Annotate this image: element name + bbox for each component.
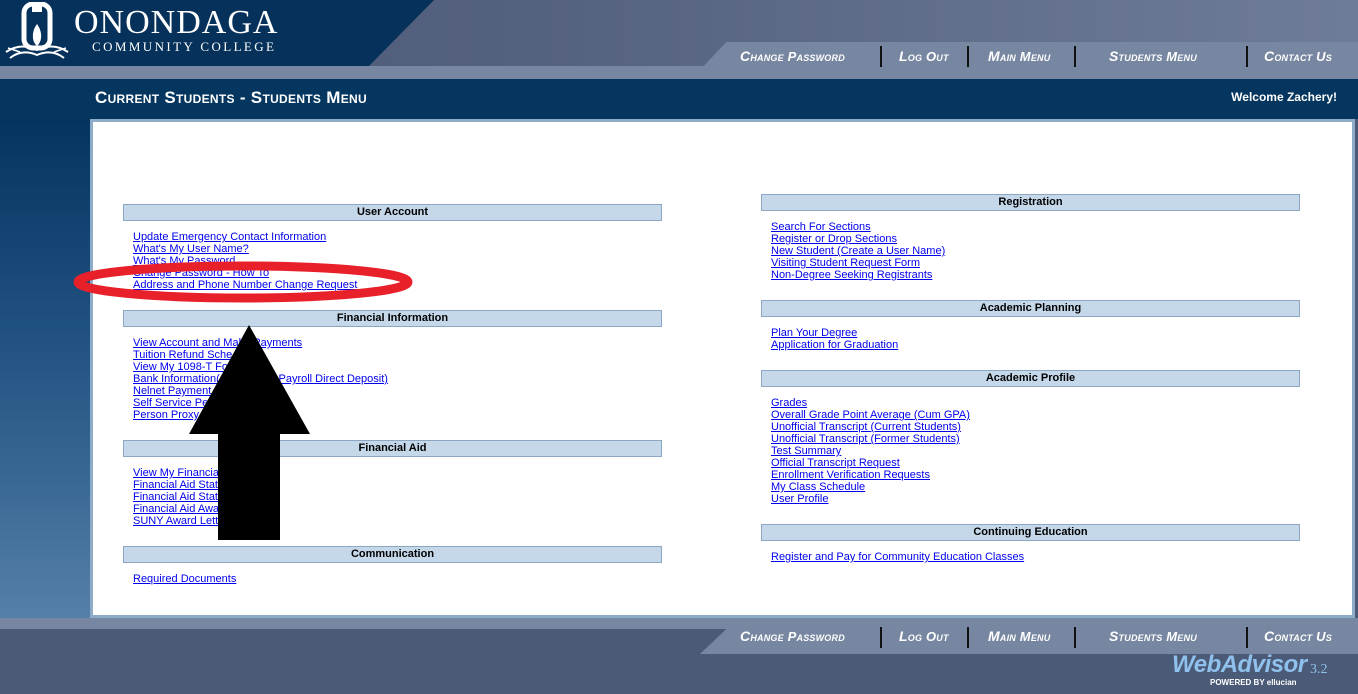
page-title: Current Students - Students Menu bbox=[95, 88, 367, 107]
link-financial-aid-status-1[interactable]: Financial Aid Stat… bbox=[133, 479, 662, 491]
link-new-student[interactable]: New Student (Create a User Name) bbox=[771, 245, 1300, 257]
link-self-service[interactable]: Self Service Pe… bbox=[133, 397, 662, 409]
college-logo[interactable]: ONONDAGA COMMUNITY COLLEGE bbox=[4, 2, 284, 62]
top-nav-contact-us[interactable]: Contact Us bbox=[1264, 48, 1332, 64]
section-academic-planning: Academic Planning Plan Your Degree Appli… bbox=[761, 300, 1300, 351]
section-heading: Communication bbox=[123, 546, 662, 563]
link-grades[interactable]: Grades bbox=[771, 397, 1300, 409]
welcome-message: Welcome Zachery! bbox=[1231, 90, 1337, 104]
top-nav-log-out[interactable]: Log Out bbox=[899, 48, 949, 64]
link-view-account-make-payments[interactable]: View Account and Make Payments bbox=[133, 337, 662, 349]
powered-by-ellucian: POWERED BY ellucian bbox=[1210, 678, 1297, 687]
section-heading: Financial Information bbox=[123, 310, 662, 327]
link-nelnet-payment[interactable]: Nelnet Payment … bbox=[133, 385, 662, 397]
section-financial-information: Financial Information View Account and M… bbox=[123, 310, 662, 421]
link-user-profile[interactable]: User Profile bbox=[771, 493, 1300, 505]
link-financial-aid-status-2[interactable]: Financial Aid Stat… bbox=[133, 491, 662, 503]
bottom-nav-change-password[interactable]: Change Password bbox=[740, 628, 845, 644]
link-bank-information[interactable]: Bank Information(… …ble for Payroll Dire… bbox=[133, 373, 662, 385]
content-area: User Account Update Emergency Contact In… bbox=[93, 122, 1352, 615]
link-tuition-refund-schedule[interactable]: Tuition Refund Sche… bbox=[133, 349, 662, 361]
top-nav-students-menu[interactable]: Students Menu bbox=[1109, 48, 1197, 64]
nav-separator bbox=[1246, 46, 1248, 67]
link-register-drop-sections[interactable]: Register or Drop Sections bbox=[771, 233, 1300, 245]
link-test-summary[interactable]: Test Summary bbox=[771, 445, 1300, 457]
webadvisor-version: 3.2 bbox=[1310, 662, 1328, 677]
content-frame: User Account Update Emergency Contact In… bbox=[90, 119, 1355, 618]
link-update-emergency-contact[interactable]: Update Emergency Contact Information bbox=[133, 231, 662, 243]
link-official-transcript-request[interactable]: Official Transcript Request bbox=[771, 457, 1300, 469]
nav-separator bbox=[1246, 627, 1248, 648]
link-required-documents[interactable]: Required Documents bbox=[133, 573, 662, 585]
college-crest-icon bbox=[5, 2, 69, 59]
link-unofficial-transcript-former[interactable]: Unofficial Transcript (Former Students) bbox=[771, 433, 1300, 445]
link-unofficial-transcript-current[interactable]: Unofficial Transcript (Current Students) bbox=[771, 421, 1300, 433]
left-gradient-panel bbox=[0, 119, 90, 618]
college-subtitle: COMMUNITY COLLEGE bbox=[92, 39, 277, 54]
section-heading: User Account bbox=[123, 204, 662, 221]
link-plan-your-degree[interactable]: Plan Your Degree bbox=[771, 327, 1300, 339]
section-heading: Financial Aid bbox=[123, 440, 662, 457]
section-heading: Academic Planning bbox=[761, 300, 1300, 317]
section-heading: Continuing Education bbox=[761, 524, 1300, 541]
college-name: ONONDAGA bbox=[74, 4, 279, 41]
link-whats-my-password[interactable]: What's My Password bbox=[133, 255, 662, 267]
bottom-nav-students-menu[interactable]: Students Menu bbox=[1109, 628, 1197, 644]
nav-separator bbox=[880, 46, 882, 67]
link-financial-aid-awards[interactable]: Financial Aid Awa… bbox=[133, 503, 662, 515]
top-nav-change-password[interactable]: Change Password bbox=[740, 48, 845, 64]
webadvisor-logo: WebAdvisor bbox=[1172, 651, 1307, 678]
link-enrollment-verification[interactable]: Enrollment Verification Requests bbox=[771, 469, 1300, 481]
bottom-nav-contact-us[interactable]: Contact Us bbox=[1264, 628, 1332, 644]
section-registration: Registration Search For Sections Registe… bbox=[761, 194, 1300, 281]
link-cum-gpa[interactable]: Overall Grade Point Average (Cum GPA) bbox=[771, 409, 1300, 421]
section-academic-profile: Academic Profile Grades Overall Grade Po… bbox=[761, 370, 1300, 505]
section-communication: Communication Required Documents bbox=[123, 546, 662, 585]
link-suny-award-letter[interactable]: SUNY Award Lett… …Sheet bbox=[133, 515, 662, 527]
section-financial-aid: Financial Aid View My Financia… Financia… bbox=[123, 440, 662, 527]
link-visiting-student-request[interactable]: Visiting Student Request Form bbox=[771, 257, 1300, 269]
nav-separator bbox=[1074, 46, 1076, 67]
nav-separator bbox=[880, 627, 882, 648]
link-person-proxy[interactable]: Person Proxy … …tion bbox=[133, 409, 662, 421]
link-application-for-graduation[interactable]: Application for Graduation bbox=[771, 339, 1300, 351]
link-my-class-schedule[interactable]: My Class Schedule bbox=[771, 481, 1300, 493]
section-continuing-education: Continuing Education Register and Pay fo… bbox=[761, 524, 1300, 563]
nav-separator bbox=[967, 46, 969, 67]
link-community-education-classes[interactable]: Register and Pay for Community Education… bbox=[771, 551, 1300, 563]
link-view-1098t-form[interactable]: View My 1098-T Fo… bbox=[133, 361, 662, 373]
link-address-phone-change-request[interactable]: Address and Phone Number Change Request bbox=[133, 279, 662, 291]
section-user-account: User Account Update Emergency Contact In… bbox=[123, 204, 662, 291]
link-change-password-how-to[interactable]: Change Password - How To bbox=[133, 267, 662, 279]
nav-separator bbox=[1074, 627, 1076, 648]
link-whats-my-user-name[interactable]: What's My User Name? bbox=[133, 243, 662, 255]
bottom-nav-main-menu[interactable]: Main Menu bbox=[988, 628, 1050, 644]
link-non-degree-registrants[interactable]: Non-Degree Seeking Registrants bbox=[771, 269, 1300, 281]
bottom-nav-log-out[interactable]: Log Out bbox=[899, 628, 949, 644]
top-nav-main-menu[interactable]: Main Menu bbox=[988, 48, 1050, 64]
nav-separator bbox=[967, 627, 969, 648]
section-heading: Registration bbox=[761, 194, 1300, 211]
section-heading: Academic Profile bbox=[761, 370, 1300, 387]
link-search-for-sections[interactable]: Search For Sections bbox=[771, 221, 1300, 233]
link-view-my-financial-aid[interactable]: View My Financia… bbox=[133, 467, 662, 479]
